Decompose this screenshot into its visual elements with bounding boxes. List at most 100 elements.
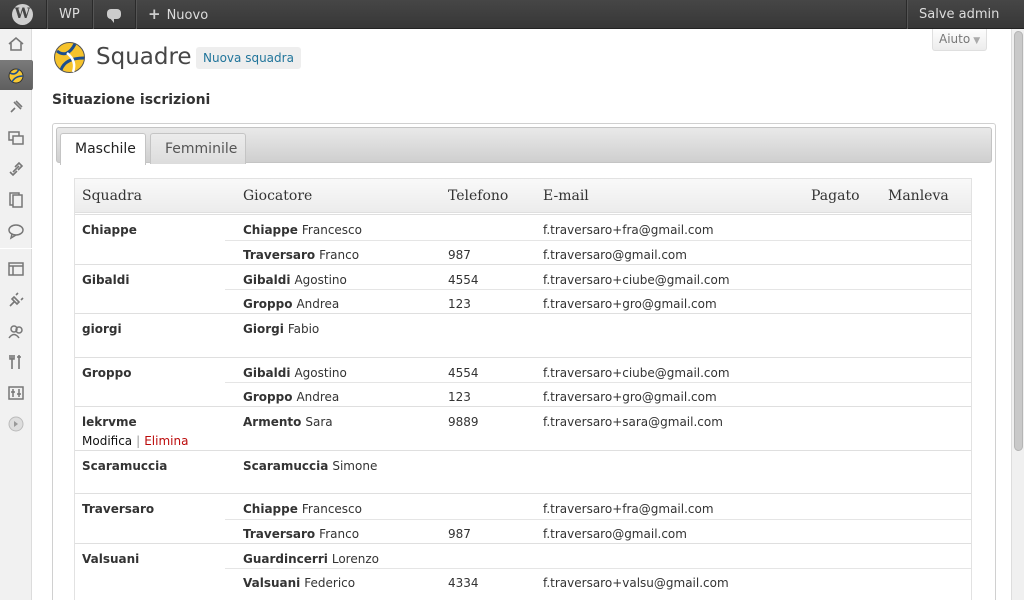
player-email: f.traversaro+gro@gmail.com [543, 297, 717, 311]
player-firstname: Franco [319, 247, 360, 262]
player-name: Chiappe Francesco [243, 223, 362, 237]
player-surname: Gibaldi [243, 272, 291, 287]
player-surname: Scaramuccia [243, 458, 329, 473]
registrations-panel: Maschile Femminile Squadra Giocatore Tel… [52, 123, 996, 600]
table-row: Groppo Gibaldi Agostino 4554 f.traversaro+ci… [75, 356, 971, 407]
player-surname: Groppo [243, 297, 293, 311]
add-new-team-button[interactable]: Nuova squadra [196, 47, 301, 69]
table-row: Valsuani Guardincerri Lorenzo Valsuani Feder… [75, 542, 971, 593]
menu-links-icon[interactable] [0, 153, 32, 183]
table-header: Squadra Giocatore Telefono E-mail Pagato… [75, 179, 971, 213]
menu-users-icon[interactable] [0, 315, 32, 345]
row-actions: Modifica | Elimina [82, 434, 188, 448]
column-header[interactable]: Pagato [811, 179, 860, 213]
team-name: Valsuani [82, 551, 140, 566]
player-firstname: Federico [304, 576, 356, 590]
player-name: Traversaro Franco [243, 527, 359, 541]
player-firstname: Francesco [301, 502, 362, 516]
menu-appearance-icon[interactable] [0, 253, 32, 283]
player-phone: 4554 [448, 272, 479, 287]
account-menu[interactable]: Salve admin [906, 0, 1024, 29]
team-name: giorgi [82, 322, 122, 336]
tab-bar: Maschile Femminile [56, 127, 992, 165]
player-surname: Chiappe [243, 502, 298, 516]
table-row: Traversaro Chiappe Francesco f.traversaro+f… [75, 493, 971, 543]
team-name: Scaramuccia [82, 458, 168, 473]
wordpress-logo-button[interactable]: W [0, 0, 47, 29]
player-divider [225, 568, 971, 569]
admin-menu [0, 29, 41, 600]
site-name-link[interactable]: WP [47, 0, 93, 29]
player-email: f.traversaro+valsu@gmail.com [543, 576, 729, 590]
section-title: Situazione iscrizioni [52, 92, 211, 108]
new-content-label: Nuovo [166, 8, 209, 23]
menu-media-icon[interactable] [0, 122, 32, 152]
wordpress-logo-icon: W [12, 4, 33, 25]
column-header[interactable]: Squadra [82, 179, 142, 213]
player-firstname: Agostino [294, 365, 347, 380]
collapse-menu-icon[interactable] [0, 408, 32, 438]
player-surname: Gibaldi [243, 365, 291, 380]
player-email: f.traversaro+ciube@gmail.com [543, 365, 730, 380]
player-firstname: Francesco [301, 223, 362, 237]
column-header[interactable]: Telefono [448, 179, 508, 213]
player-name: Giorgi Fabio [243, 322, 319, 336]
main-content: Aiuto ▼ Squadre Nuova squadra Situazione … [33, 29, 1011, 600]
action-separator: | [136, 434, 141, 448]
player-surname: Traversaro [243, 526, 316, 541]
menu-tools-icon[interactable] [0, 346, 32, 376]
registrations-table: Squadra Giocatore Telefono E-mail Pagato… [74, 178, 972, 600]
player-email: f.traversaro@gmail.com [543, 526, 687, 541]
player-phone: 4334 [448, 576, 479, 590]
player-name: Groppo Andrea [243, 390, 339, 404]
page-scrollbar[interactable] [1011, 29, 1024, 600]
menu-dashboard-icon[interactable] [0, 29, 32, 59]
comment-bubble-icon [107, 9, 121, 23]
table-row: giorgi Giorgi Fabio [75, 313, 971, 357]
player-name: Armento Sara [243, 415, 333, 429]
menu-settings-icon[interactable] [0, 377, 32, 407]
menu-squadre-icon[interactable] [0, 60, 41, 90]
tab-maschile[interactable]: Maschile [60, 133, 146, 165]
player-surname: Chiappe [243, 223, 298, 237]
column-header[interactable]: E-mail [543, 179, 589, 213]
edit-link[interactable]: Modifica [82, 434, 132, 448]
player-name: Valsuani Federico [243, 576, 355, 590]
delete-link[interactable]: Elimina [144, 434, 188, 448]
plus-icon: + [148, 5, 161, 23]
column-header[interactable]: Manleva [888, 179, 949, 213]
menu-comments-icon[interactable] [0, 215, 32, 245]
player-firstname: Sara [305, 415, 333, 429]
player-divider [225, 239, 971, 241]
help-label: Aiuto [939, 32, 971, 46]
player-name: Gibaldi Agostino [243, 273, 347, 287]
table-row: lekrvme Modifica | Elimina Armento Sara 9889 f.… [75, 406, 971, 450]
help-button[interactable]: Aiuto ▼ [932, 29, 987, 51]
player-phone: 987 [448, 247, 471, 262]
column-header[interactable]: Giocatore [243, 179, 312, 213]
player-firstname: Simone [332, 458, 378, 473]
page-title: Squadre [96, 44, 192, 70]
player-name: Gibaldi Agostino [243, 366, 347, 380]
player-phone: 123 [448, 390, 471, 404]
menu-separator [0, 248, 32, 249]
player-divider [225, 289, 971, 290]
volleyball-icon [53, 41, 86, 74]
scrollbar-thumb[interactable] [1014, 31, 1023, 451]
menu-pages-icon[interactable] [0, 184, 32, 214]
tab-femminile[interactable]: Femminile [150, 133, 246, 164]
team-name: Groppo [82, 365, 132, 380]
player-firstname: Franco [319, 526, 360, 541]
player-firstname: Fabio [287, 322, 320, 336]
player-email: f.traversaro+sara@gmail.com [543, 415, 723, 429]
player-firstname: Lorenzo [331, 551, 379, 566]
new-content-button[interactable]: + Nuovo [136, 0, 226, 29]
comments-button[interactable] [93, 0, 136, 29]
player-firstname: Andrea [296, 390, 340, 404]
player-phone: 9889 [448, 415, 479, 429]
player-phone: 987 [448, 526, 471, 541]
team-name: lekrvme [82, 415, 137, 429]
menu-posts-icon[interactable] [0, 91, 32, 121]
menu-plugins-icon[interactable] [0, 284, 32, 314]
player-surname: Groppo [243, 390, 293, 404]
